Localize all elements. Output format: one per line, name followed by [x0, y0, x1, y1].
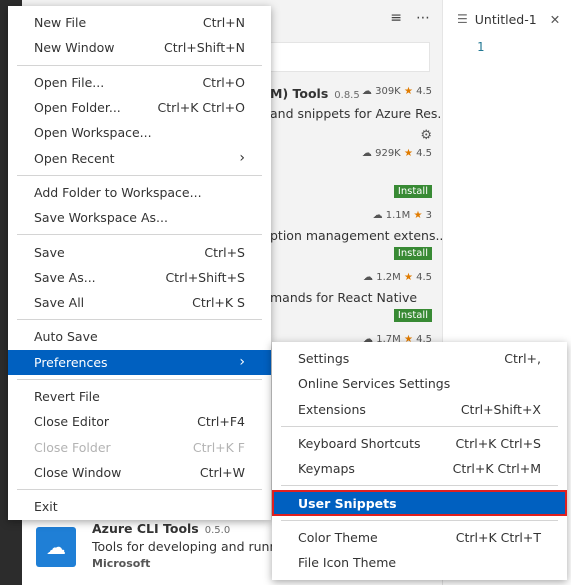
shortcut: Ctrl+Shift+N [164, 40, 245, 56]
menu-item-auto-save[interactable]: Auto Save [8, 324, 271, 349]
tab-title: Untitled-1 [474, 11, 537, 27]
extension-description: Tools for developing and running [92, 539, 297, 554]
menu-separator [17, 489, 262, 491]
line-number: 1 [477, 40, 485, 54]
menu-separator [17, 174, 262, 176]
extension-description: and snippets for Azure Res... [270, 106, 450, 121]
menu-item-preferences[interactable]: Preferences › [8, 349, 271, 375]
menu-item-user-snippets[interactable]: User Snippets [272, 490, 567, 516]
shortcut: Ctrl+K Ctrl+S [455, 436, 541, 452]
menu-separator [17, 64, 262, 66]
extension-title: Azure CLI Tools 0.5.0 [92, 521, 231, 536]
extension-publisher: Microsoft [92, 557, 151, 570]
file-menu: New File Ctrl+N New Window Ctrl+Shift+N Op… [8, 6, 271, 520]
extension-stats: ☁ 929K ★ 4.5 [361, 148, 432, 159]
shortcut: Ctrl+N [202, 15, 245, 31]
star-icon: ★ [403, 148, 413, 159]
chevron-right-icon: › [239, 150, 245, 167]
menu-separator [281, 485, 558, 487]
gear-icon[interactable]: ⚙ [420, 128, 432, 143]
menu-item-close-editor[interactable]: Close Editor Ctrl+F4 [8, 409, 271, 434]
menu-item-new-file[interactable]: New File Ctrl+N [8, 10, 271, 35]
star-icon: ★ [403, 86, 413, 97]
menu-item-open-recent[interactable]: Open Recent › [8, 145, 271, 170]
menu-item-save-all[interactable]: Save All Ctrl+K S [8, 290, 271, 315]
menu-item-settings[interactable]: Settings Ctrl+, [272, 346, 567, 371]
extension-stats: ☁ 1.2M ★ 4.5 [363, 272, 432, 283]
shortcut: Ctrl+K F [192, 439, 245, 455]
chevron-right-icon: › [239, 354, 245, 371]
menu-item-open-file[interactable]: Open File... Ctrl+O [8, 70, 271, 95]
menu-item-new-window[interactable]: New Window Ctrl+Shift+N [8, 35, 271, 60]
shortcut: Ctrl+K Ctrl+M [452, 461, 541, 477]
preferences-submenu: Settings Ctrl+, Online Services Settings … [272, 342, 567, 580]
menu-item-keymaps[interactable]: Keymaps Ctrl+K Ctrl+M [272, 456, 567, 481]
menu-separator [281, 519, 558, 521]
extension-stats: ☁ 309K ★ 4.5 [361, 86, 432, 97]
menu-item-keyboard-shortcuts[interactable]: Keyboard Shortcuts Ctrl+K Ctrl+S [272, 431, 567, 456]
azure-cloud-icon: ☁ [36, 527, 76, 567]
menu-item-close-folder: Close Folder Ctrl+K F [34, 439, 245, 455]
filter-list-icon[interactable]: ≡ [390, 10, 402, 26]
side-panel-toolbar: ≡ ⋯ [390, 10, 430, 26]
menu-item-open-folder[interactable]: Open Folder... Ctrl+K Ctrl+O [8, 95, 271, 120]
menu-separator [17, 378, 262, 380]
shortcut: Ctrl+Shift+S [165, 269, 245, 285]
menu-separator [281, 425, 558, 427]
menu-item-save[interactable]: Save Ctrl+S [8, 239, 271, 264]
extension-description: mands for React Native [270, 290, 418, 305]
shortcut: Ctrl+O [202, 74, 245, 90]
menu-item-file-icon-theme[interactable]: File Icon Theme [272, 550, 567, 575]
close-icon[interactable]: ✕ [550, 12, 560, 27]
shortcut: Ctrl+, [504, 351, 541, 367]
extension-description: ption management extens... [270, 228, 448, 243]
install-button[interactable]: Install [393, 185, 432, 198]
tab-untitled-1[interactable]: ☰ Untitled-1 ✕ [443, 0, 571, 38]
extension-stats: ☁ 1.1M ★ 3 [372, 210, 432, 221]
install-button[interactable]: Install [393, 309, 432, 322]
extensions-search-input[interactable] [270, 42, 430, 72]
menu-item-online-services-settings[interactable]: Online Services Settings [272, 371, 567, 396]
shortcut: Ctrl+Shift+X [460, 401, 541, 417]
menu-item-save-workspace-as[interactable]: Save Workspace As... [8, 205, 271, 230]
menu-item-revert-file[interactable]: Revert File [8, 384, 271, 409]
extension-title: M) Tools 0.8.5 [270, 86, 360, 101]
shortcut: Ctrl+F4 [197, 414, 245, 430]
menu-item-close-window[interactable]: Close Window Ctrl+W [8, 460, 271, 485]
shortcut: Ctrl+K Ctrl+O [157, 100, 245, 116]
menu-item-color-theme[interactable]: Color Theme Ctrl+K Ctrl+T [272, 525, 567, 550]
shortcut: Ctrl+W [199, 464, 245, 480]
shortcut: Ctrl+K Ctrl+T [455, 529, 541, 545]
menu-separator [17, 319, 262, 321]
star-icon: ★ [403, 272, 413, 283]
star-icon: ★ [413, 210, 423, 221]
install-button[interactable]: Install [393, 247, 432, 260]
shortcut: Ctrl+K S [192, 295, 245, 311]
file-icon: ☰ [457, 12, 468, 26]
menu-item-exit[interactable]: Exit [8, 494, 271, 519]
menu-item-open-workspace[interactable]: Open Workspace... [8, 120, 271, 145]
more-actions-icon[interactable]: ⋯ [416, 10, 430, 26]
menu-item-extensions[interactable]: Extensions Ctrl+Shift+X [272, 397, 567, 422]
menu-item-save-as[interactable]: Save As... Ctrl+Shift+S [8, 265, 271, 290]
menu-separator [17, 234, 262, 236]
shortcut: Ctrl+S [204, 244, 245, 260]
menu-item-add-folder-to-workspace[interactable]: Add Folder to Workspace... [8, 180, 271, 205]
